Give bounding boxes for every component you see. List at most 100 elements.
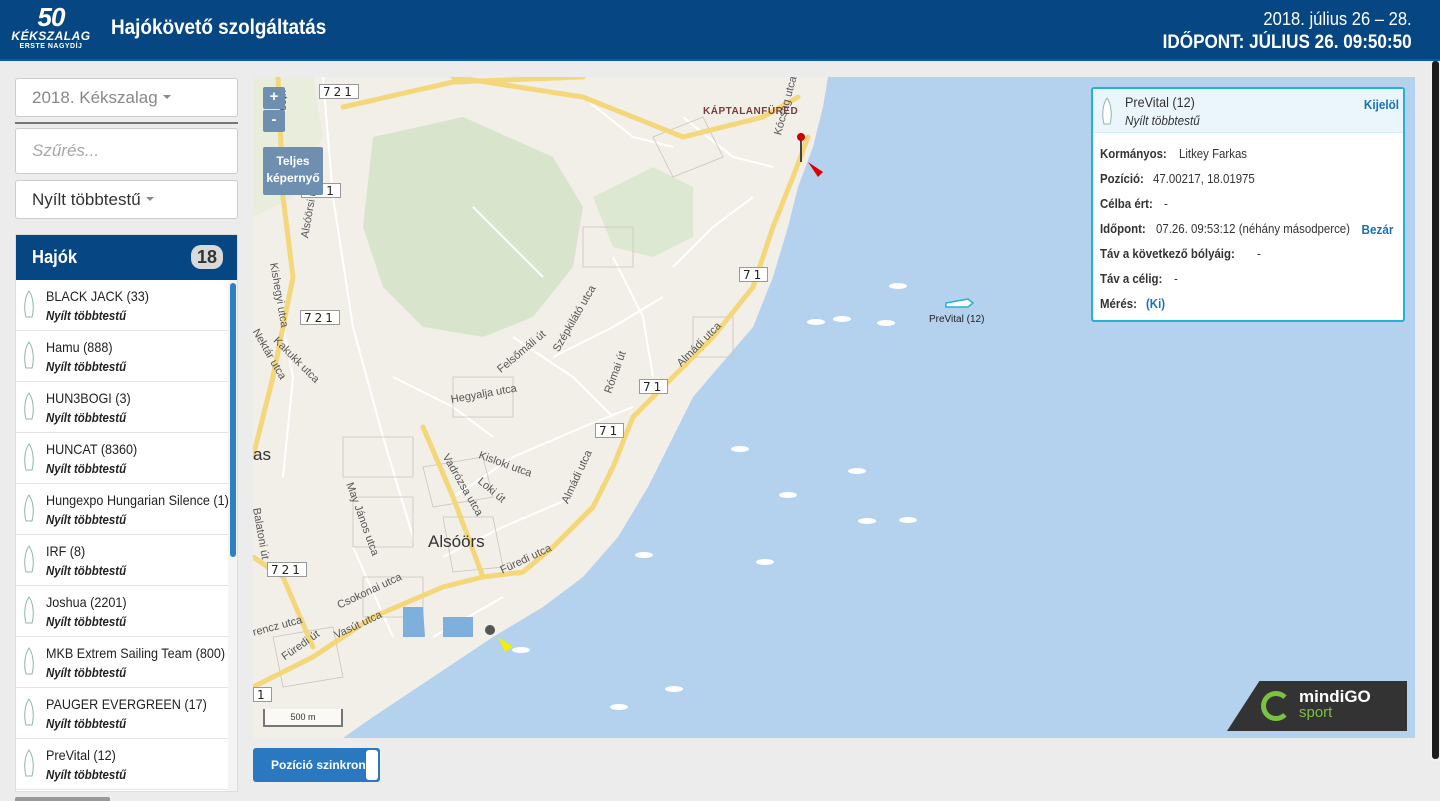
boat-info-row: Kormányos: Litkey Farkas: [1093, 141, 1403, 166]
boat-list-item[interactable]: Joshua (2201) Nyílt többtestű: [16, 586, 237, 637]
sponsor-name: mindiGO: [1299, 687, 1371, 706]
page-scrollbar[interactable]: [1431, 61, 1440, 761]
boat-name: MKB Extrem Sailing Team (800): [46, 645, 226, 661]
info-key: Időpont:: [1100, 221, 1146, 236]
boat-hull-icon: [24, 290, 34, 318]
select-link[interactable]: Kijelöl: [1364, 97, 1399, 112]
boat-name: HUNCAT (8360): [46, 441, 138, 457]
boat-class: Nyílt többtestű: [46, 308, 127, 323]
divider: [15, 122, 238, 124]
class-select-value: Nyílt többtestű: [32, 190, 141, 209]
zoom-in-button[interactable]: +: [263, 87, 285, 109]
close-link[interactable]: Bezár: [1361, 222, 1393, 237]
zoom-out-button[interactable]: -: [263, 110, 285, 132]
bottom-tab[interactable]: [15, 797, 110, 801]
boat-list-item[interactable]: IRF (8) Nyílt többtestű: [16, 535, 237, 586]
boat-list: BLACK JACK (33) Nyílt többtestű Hamu (888)…: [16, 280, 237, 790]
boat-info-class: Nyílt többtestű: [1125, 113, 1200, 128]
boat-class: Nyílt többtestű: [46, 665, 127, 680]
route-shield-721: 721: [319, 84, 359, 99]
route-shield-721: 721: [267, 562, 307, 577]
boat-name: PAUGER EVERGREEN (17): [46, 696, 207, 712]
app-header: 50 KÉKSZALAG ERSTE NAGYDÍJ Hajókövető sz…: [0, 0, 1440, 61]
forest-area: [593, 167, 693, 257]
event-dates: 2018. július 26 – 28.: [1263, 9, 1412, 29]
boat-hull-icon: [24, 545, 34, 573]
boat-list-item[interactable]: HUNCAT (8360) Nyílt többtestű: [16, 433, 237, 484]
boat-name: PreVital (12): [46, 747, 116, 763]
boat-list-item[interactable]: PAUGER EVERGREEN (17) Nyílt többtestű: [16, 688, 237, 739]
boat-hull-icon: [24, 698, 34, 726]
boats-panel-header: Hajók 18: [16, 235, 237, 280]
info-value: Litkey Farkas: [1179, 146, 1248, 161]
boat-info-row: Táv a célig: -: [1093, 266, 1403, 291]
boat-hull-icon: [24, 647, 34, 675]
boats-count-badge: 18: [191, 245, 223, 269]
info-value: -: [1174, 271, 1179, 286]
info-key: Táv a következő bólyáig:: [1100, 246, 1235, 261]
boat-class: Nyílt többtestű: [46, 614, 127, 629]
boat-hull-icon: [24, 443, 34, 471]
route-shield-71: 71: [595, 423, 625, 438]
map-scale: 500 m: [263, 709, 343, 727]
boat-class: Nyílt többtestű: [46, 461, 127, 476]
info-value: 07.26. 09:53:12 (néhány másodperce): [1155, 221, 1350, 236]
boat-list-item[interactable]: PreVital (12) Nyílt többtestű: [16, 739, 237, 790]
boat-hull-icon: [24, 341, 34, 369]
info-key: Táv a célig:: [1100, 271, 1163, 286]
boat-list-item[interactable]: MKB Extrem Sailing Team (800) Nyílt többt…: [16, 637, 237, 688]
boat-info-row: Mérés: (Ki): [1093, 291, 1403, 316]
boat-class: Nyílt többtestű: [46, 359, 127, 374]
boat-name: Hamu (888): [46, 339, 113, 355]
class-select[interactable]: Nyílt többtestű: [15, 180, 238, 219]
boat-class: Nyílt többtestű: [46, 716, 127, 731]
sponsor-sub: sport: [1299, 704, 1333, 721]
boat-info-header: PreVital (12) Nyílt többtestű Kijelöl: [1093, 89, 1403, 133]
info-key: Mérés:: [1100, 296, 1137, 311]
info-value: 47.00217, 18.01975: [1153, 171, 1256, 186]
boat-list-item[interactable]: Hungexpo Hungarian Silence (1) Nyílt több…: [16, 484, 237, 535]
boat-list-item[interactable]: Hamu (888) Nyílt többtestű: [16, 331, 237, 382]
map-view[interactable]: KÁPTALANFÜRED Alsóörs as 721 721 721 721…: [253, 77, 1415, 738]
boat-info-row: Táv a következő bólyáig: -: [1093, 241, 1403, 266]
boat-info-row: Célba ért: -: [1093, 191, 1403, 216]
info-key: Kormányos:: [1100, 146, 1167, 161]
page-title: Hajókövető szolgáltatás: [111, 16, 327, 39]
boat-hull-icon: [24, 596, 34, 624]
boat-name: BLACK JACK (33): [46, 288, 149, 304]
boat-class: Nyílt többtestű: [46, 512, 127, 527]
town-label-cut: as: [253, 445, 271, 464]
boat-name: HUN3BOGI (3): [46, 390, 131, 406]
event-select-value: 2018. Kékszalag: [32, 88, 158, 107]
boat-class: Nyílt többtestű: [46, 767, 127, 782]
boat-list-scrollbar[interactable]: [228, 280, 237, 791]
filter-input[interactable]: [15, 128, 238, 174]
route-shield-721: 721: [300, 310, 340, 325]
info-value: -: [1163, 196, 1168, 211]
event-info: 2018. július 26 – 28. IDŐPONT: JÚLIUS 26…: [1135, 8, 1412, 56]
position-sync-toggle[interactable]: Pozíció szinkron: [253, 748, 380, 782]
kekszalag-logo[interactable]: 50 KÉKSZALAG ERSTE NAGYDÍJ: [10, 4, 92, 56]
boat-label: PreVital (12): [929, 314, 985, 325]
toggle-knob[interactable]: [366, 750, 378, 780]
harbor: [403, 607, 473, 637]
boat-hull-icon: [24, 494, 34, 522]
logo-subtitle: ERSTE NAGYDÍJ: [19, 43, 83, 50]
boats-title: Hajók: [32, 247, 78, 267]
position-sync-label: Pozíció szinkron: [271, 758, 366, 772]
fullscreen-button[interactable]: Teljes képernyő: [263, 147, 323, 195]
boat-class: Nyílt többtestű: [46, 563, 127, 578]
info-key: Pozíció:: [1100, 171, 1144, 186]
boat-list-item[interactable]: HUN3BOGI (3) Nyílt többtestű: [16, 382, 237, 433]
boats-panel: Hajók 18 BLACK JACK (33) Nyílt többtestű H…: [15, 234, 238, 792]
mindigo-logo-icon: [1261, 691, 1291, 721]
route-shield-71: 71: [639, 379, 669, 394]
boat-hull-icon: [1102, 97, 1112, 125]
boat-list-item[interactable]: BLACK JACK (33) Nyílt többtestű: [16, 280, 237, 331]
route-shield-1: 1: [253, 687, 272, 702]
page-scrollbar-thumb[interactable]: [1432, 61, 1439, 759]
caret-down-icon: [145, 197, 154, 201]
measure-toggle-link[interactable]: (Ki): [1146, 291, 1165, 316]
event-select[interactable]: 2018. Kékszalag: [15, 78, 238, 117]
boat-list-scrollbar-thumb[interactable]: [230, 283, 236, 557]
